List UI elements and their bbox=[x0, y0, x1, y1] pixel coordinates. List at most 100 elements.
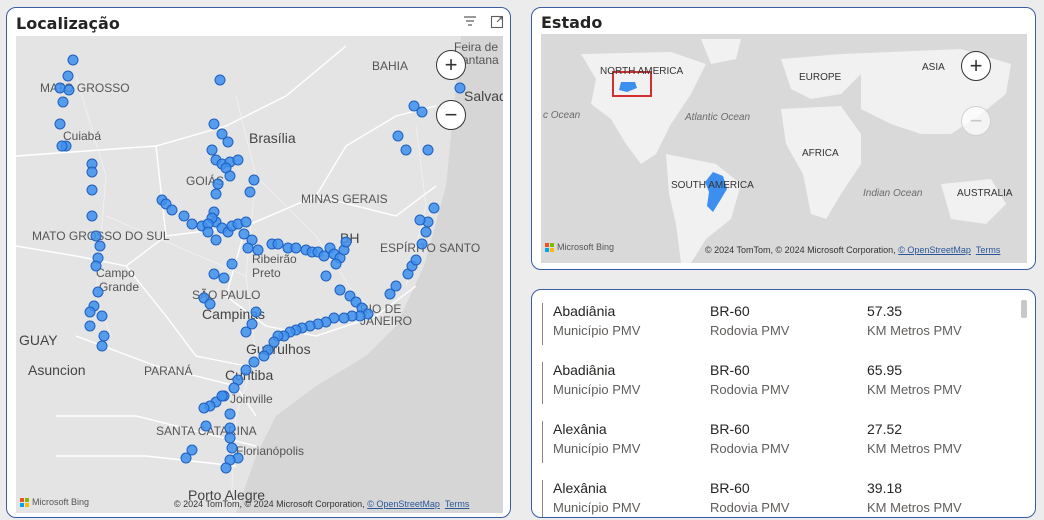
location-point[interactable] bbox=[244, 186, 256, 198]
localizacao-map[interactable]: MATO GROSSO Cuiabá BAHIA Feira de Santan… bbox=[16, 36, 503, 513]
location-point[interactable] bbox=[410, 254, 422, 266]
location-point[interactable] bbox=[62, 70, 74, 82]
municipio-label: Município PMV bbox=[553, 441, 641, 456]
location-point[interactable] bbox=[210, 234, 222, 246]
table-row[interactable]: Abadiânia Município PMV BR-60 Rodovia PM… bbox=[532, 295, 1013, 353]
location-point[interactable] bbox=[96, 340, 108, 352]
location-point[interactable] bbox=[166, 204, 178, 216]
location-point[interactable] bbox=[204, 298, 216, 310]
location-point[interactable] bbox=[67, 54, 79, 66]
table-row[interactable]: Alexânia Município PMV BR-60 Rodovia PMV… bbox=[532, 472, 1013, 517]
location-point[interactable] bbox=[186, 218, 198, 230]
location-point[interactable] bbox=[92, 286, 104, 298]
location-point[interactable] bbox=[246, 318, 258, 330]
location-point[interactable] bbox=[180, 452, 192, 464]
location-point[interactable] bbox=[84, 320, 96, 332]
estado-terms-link[interactable]: Terms bbox=[976, 245, 1001, 255]
location-point[interactable] bbox=[258, 350, 270, 362]
location-point[interactable] bbox=[206, 144, 218, 156]
location-point[interactable] bbox=[320, 270, 332, 282]
pmv-table-card: Abadiânia Município PMV BR-60 Rodovia PM… bbox=[531, 289, 1036, 518]
location-point[interactable] bbox=[416, 238, 428, 250]
location-point[interactable] bbox=[248, 174, 260, 186]
location-point[interactable] bbox=[94, 240, 106, 252]
location-point[interactable] bbox=[216, 390, 228, 402]
location-point[interactable] bbox=[240, 364, 252, 376]
location-point[interactable] bbox=[416, 106, 428, 118]
estado-osm-link[interactable]: © OpenStreetMap bbox=[898, 245, 971, 255]
location-point[interactable] bbox=[178, 210, 190, 222]
location-point[interactable] bbox=[290, 242, 302, 254]
zoom-in-button[interactable]: + bbox=[436, 50, 466, 80]
location-point[interactable] bbox=[96, 310, 108, 322]
location-point[interactable] bbox=[224, 408, 236, 420]
location-point[interactable] bbox=[222, 136, 234, 148]
location-point[interactable] bbox=[90, 260, 102, 272]
location-point[interactable] bbox=[198, 402, 210, 414]
filter-icon[interactable] bbox=[463, 15, 477, 29]
location-point[interactable] bbox=[240, 216, 252, 228]
location-point[interactable] bbox=[98, 330, 110, 342]
location-point[interactable] bbox=[454, 82, 466, 94]
estado-zoom-in-button[interactable]: + bbox=[961, 51, 991, 81]
location-point[interactable] bbox=[224, 432, 236, 444]
table-row[interactable]: Abadiânia Município PMV BR-60 Rodovia PM… bbox=[532, 354, 1013, 412]
location-point[interactable] bbox=[208, 268, 220, 280]
location-point[interactable] bbox=[272, 238, 284, 250]
terms-link[interactable]: Terms bbox=[445, 499, 470, 509]
location-point[interactable] bbox=[202, 226, 214, 238]
zoom-out-button[interactable]: − bbox=[436, 100, 466, 130]
location-point[interactable] bbox=[232, 154, 244, 166]
location-point[interactable] bbox=[54, 82, 66, 94]
location-point[interactable] bbox=[63, 84, 75, 96]
location-point[interactable] bbox=[84, 306, 96, 318]
location-point[interactable] bbox=[224, 422, 236, 434]
location-point[interactable] bbox=[210, 188, 222, 200]
table-row[interactable]: Alexânia Município PMV BR-60 Rodovia PMV… bbox=[532, 413, 1013, 471]
location-point[interactable] bbox=[226, 258, 238, 270]
location-point[interactable] bbox=[428, 202, 440, 214]
location-point[interactable] bbox=[420, 226, 432, 238]
estado-map[interactable]: NORTH AMERICA EUROPE ASIA c Ocean Atlant… bbox=[541, 34, 1027, 263]
location-point[interactable] bbox=[400, 144, 412, 156]
location-point[interactable] bbox=[252, 244, 264, 256]
location-point[interactable] bbox=[390, 280, 402, 292]
location-point[interactable] bbox=[200, 420, 212, 432]
location-point[interactable] bbox=[214, 74, 226, 86]
location-point[interactable] bbox=[90, 230, 102, 242]
location-point[interactable] bbox=[86, 184, 98, 196]
location-point[interactable] bbox=[208, 118, 220, 130]
location-point[interactable] bbox=[56, 140, 68, 152]
location-point[interactable] bbox=[338, 312, 350, 324]
location-point[interactable] bbox=[422, 144, 434, 156]
microsoft-logo-icon bbox=[20, 497, 29, 507]
location-point[interactable] bbox=[224, 170, 236, 182]
location-point[interactable] bbox=[212, 178, 224, 190]
location-point[interactable] bbox=[340, 236, 352, 248]
location-point[interactable] bbox=[54, 118, 66, 130]
osm-link[interactable]: © OpenStreetMap bbox=[367, 499, 440, 509]
location-point[interactable] bbox=[218, 272, 230, 284]
location-point[interactable] bbox=[250, 306, 262, 318]
rodovia-value: BR-60 bbox=[710, 421, 750, 437]
focus-mode-icon[interactable] bbox=[490, 15, 504, 29]
location-point[interactable] bbox=[220, 462, 232, 474]
estado-zoom-out-button[interactable]: − bbox=[961, 106, 991, 136]
location-point[interactable] bbox=[334, 284, 346, 296]
estado-attribution-text: © 2024 TomTom, © 2024 Microsoft Corporat… bbox=[705, 245, 896, 255]
location-point[interactable] bbox=[86, 210, 98, 222]
location-point[interactable] bbox=[86, 166, 98, 178]
row-divider bbox=[542, 303, 543, 345]
location-point[interactable] bbox=[414, 214, 426, 226]
location-point[interactable] bbox=[330, 258, 342, 270]
location-point[interactable] bbox=[392, 130, 404, 142]
location-point[interactable] bbox=[57, 96, 69, 108]
location-points[interactable] bbox=[16, 36, 503, 513]
table-scrollbar[interactable] bbox=[1021, 300, 1027, 318]
location-point[interactable] bbox=[226, 442, 238, 454]
bing-logo: Microsoft Bing bbox=[20, 497, 89, 507]
location-point[interactable] bbox=[242, 242, 254, 254]
location-point[interactable] bbox=[228, 382, 240, 394]
municipio-label: Município PMV bbox=[553, 323, 641, 338]
location-point[interactable] bbox=[248, 356, 260, 368]
